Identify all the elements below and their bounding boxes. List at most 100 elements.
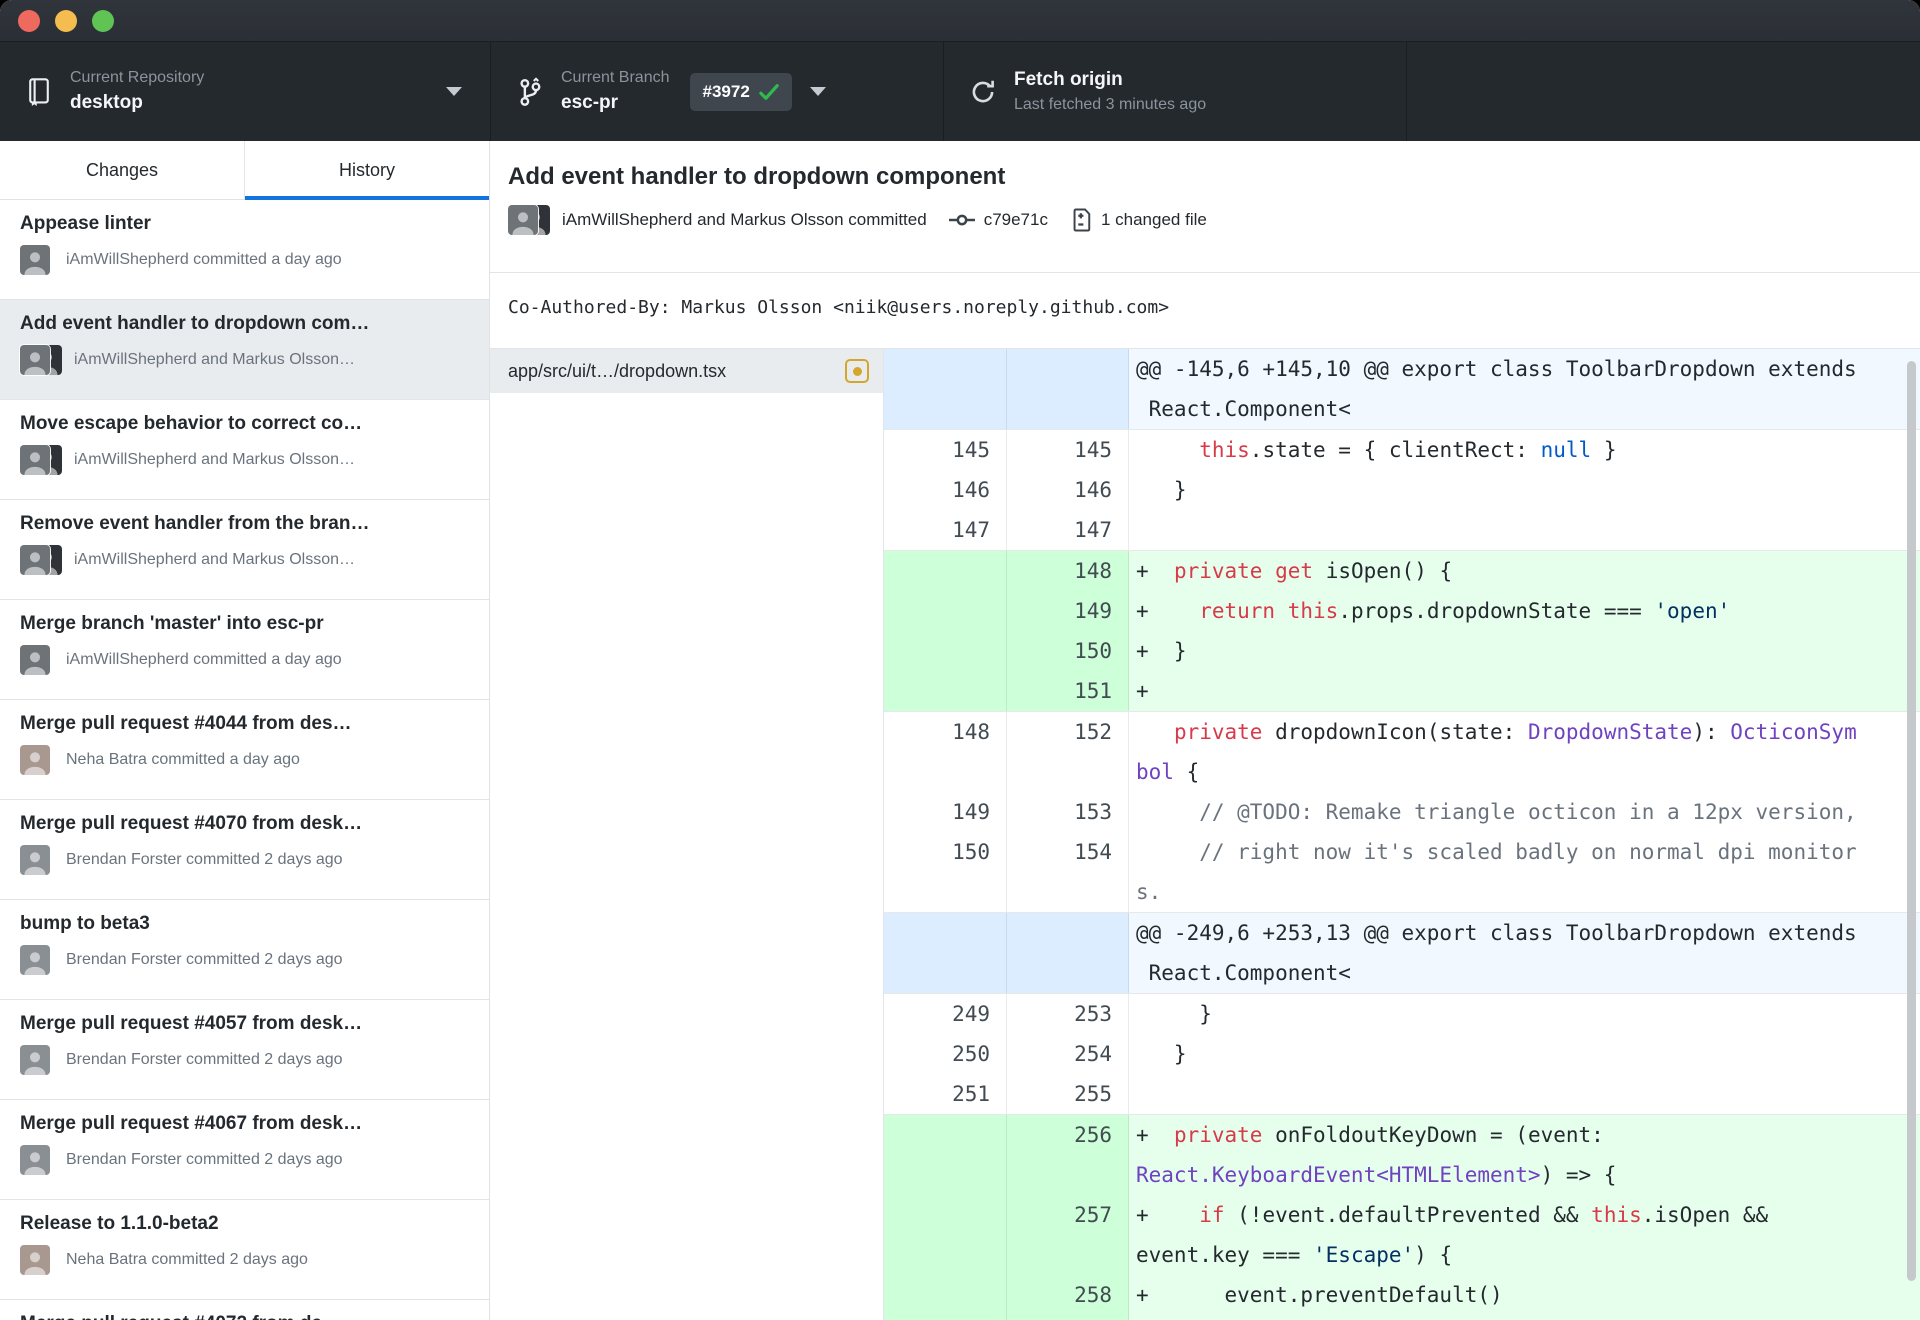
avatar-stack [20,544,62,576]
diff-code: } [1136,478,1187,502]
diff-old-line-number: 251 [884,1074,1007,1114]
sidebar: Changes History Appease linter iAmWillShe… [0,141,490,1320]
chevron-down-icon [446,87,462,96]
tab-changes[interactable]: Changes [0,141,245,199]
changed-file-row[interactable]: app/src/ui/t…/dropdown.tsx [490,349,883,393]
diff-new-line-number: 259 [1007,1315,1129,1320]
avatar [20,245,50,275]
diff-new-line-number: 255 [1007,1074,1129,1114]
check-icon [759,83,779,100]
commit-item-byline-text: iAmWillShepherd committed a day ago [66,651,342,668]
diff-new-line-number: 151 [1007,671,1129,711]
commit-list-item[interactable]: Add event handler to dropdown com… iAmWil… [0,300,489,400]
commit-item-title: Merge pull request #4067 from desk… [20,1113,363,1134]
commit-list-item[interactable]: Merge pull request #4044 from des… Neha B… [0,700,489,800]
diff-line-context: 249 253 } [884,993,1920,1034]
commit-list-item[interactable]: Merge branch 'master' into esc-pr iAmWill… [0,600,489,700]
diff-old-line-number: 250 [884,1034,1007,1074]
avatar-stack [20,744,54,776]
commit-item-byline: Brendan Forster committed 2 days ago [20,1144,469,1176]
scrollbar[interactable] [1907,361,1916,1281]
diff-new-line-number [1007,913,1129,993]
avatar [20,1245,50,1275]
avatar-stack [20,944,54,976]
toolbar: Current Repository desktop Current Branc… [0,42,1920,141]
diff-old-line-number: 145 [884,430,1007,470]
diff-new-line-number: 148 [1007,551,1129,591]
commit-detail-panel: Add event handler to dropdown component … [490,141,1920,1320]
avatar-stack [508,204,550,236]
current-repository-button[interactable]: Current Repository desktop [0,42,491,141]
current-branch-label: Current Branch [561,69,670,86]
diff-old-line-number [884,1195,1007,1275]
diff-new-line-number: 257 [1007,1195,1129,1275]
avatar-stack [20,1144,54,1176]
commit-item-byline: iAmWillShepherd committed a day ago [20,244,469,276]
diff-line-added: 256 + private onFoldoutKeyDown = (event: R… [884,1114,1920,1195]
commit-sha[interactable]: c79e71c [984,210,1048,230]
diff-code [1129,510,1920,550]
minimize-button[interactable] [55,9,77,32]
diff-line-context: 149 153 // @TODO: Remake triangle octicon… [884,792,1920,832]
avatar [20,845,50,875]
diff-hunk-header: @@ -249,6 +253,13 @@ export class Toolba… [884,912,1920,993]
diff-new-line-number: 149 [1007,591,1129,631]
diff-new-line-number: 258 [1007,1275,1129,1315]
diff-old-line-number [884,591,1007,631]
pull-request-badge[interactable]: #3972 [689,72,792,111]
commit-list-item[interactable]: Merge pull request #4070 from desk… Brend… [0,800,489,900]
fetch-origin-button[interactable]: Fetch origin Last fetched 3 minutes ago [944,42,1407,141]
commit-item-title: Add event handler to dropdown com… [20,313,370,334]
commit-item-title: Merge pull request #4072 from de… [20,1313,469,1320]
current-repository-label: Current Repository [70,69,205,86]
diff-old-line-number [884,1315,1007,1320]
window-titlebar[interactable] [0,0,1920,42]
diff-line-added: 149 + return this.props.dropdownState ===… [884,591,1920,631]
commit-item-byline-text: iAmWillShepherd and Markus Olsson… [74,551,355,568]
sync-icon [968,78,998,106]
fetch-origin-title: Fetch origin [1014,69,1123,90]
diff-old-line-number: 146 [884,470,1007,510]
avatar-stack [20,1044,54,1076]
commit-item-byline-text: Brendan Forster committed 2 days ago [66,1151,343,1168]
avatar [20,1045,50,1075]
diff-line-added: 151 + [884,671,1920,711]
modified-status-icon [845,359,869,383]
diff-code: + private get isOpen() { [1129,551,1920,591]
diff-old-line-number: 149 [884,792,1007,832]
diff-code: } [1136,1002,1212,1026]
commit-list-item[interactable]: bump to beta3 Brendan Forster committed 2… [0,900,489,1000]
commit-item-title: Remove event handler from the bran… [20,513,370,534]
commit-history-list: Appease linter iAmWillShepherd committed … [0,200,489,1320]
diff-line-added: 259+ this.props.onDropdownStateChanged('… [884,1315,1920,1320]
commit-list-item[interactable]: Merge pull request #4057 from desk… Brend… [0,1000,489,1100]
commit-item-byline-text: Neha Batra committed 2 days ago [66,1251,308,1268]
commit-list-item[interactable]: Appease linter iAmWillShepherd committed … [0,200,489,300]
commit-list-item[interactable]: Merge pull request #4067 from desk… Brend… [0,1100,489,1200]
maximize-button[interactable] [92,9,114,32]
avatar [20,1145,50,1175]
diff-line-added: 150 + } [884,631,1920,671]
changed-files-count: 1 changed file [1100,210,1207,229]
commit-item-byline: Neha Batra committed 2 days ago [20,1244,469,1276]
close-button[interactable] [18,9,40,32]
avatar [508,205,538,235]
commit-list-item[interactable]: Move escape behavior to correct co… iAmWi… [0,400,489,500]
app-window: Current Repository desktop Current Branc… [0,0,1920,1320]
commit-item-title: bump to beta3 [20,913,150,934]
avatar-stack [20,1244,54,1276]
diff-new-line-number: 150 [1007,631,1129,671]
diff-pane: @@ -145,6 +145,10 @@ export class Toolba… [884,349,1920,1320]
toolbar-filler [1407,42,1920,141]
commit-item-byline: iAmWillShepherd and Markus Olsson… [20,344,469,376]
commit-list-item[interactable]: Merge pull request #4072 from de… [0,1300,489,1320]
tab-history[interactable]: History [245,141,489,200]
commit-list-item[interactable]: Remove event handler from the bran… iAmWi… [0,500,489,600]
commit-item-byline: Neha Batra committed a day ago [20,744,469,776]
diff-code: + [1129,671,1920,711]
commit-list-item[interactable]: Release to 1.1.0-beta2 Neha Batra committ… [0,1200,489,1300]
diff-line-context: 146 146 } [884,470,1920,510]
changed-files-list: app/src/ui/t…/dropdown.tsx [490,349,884,1320]
current-branch-button[interactable]: Current Branch esc-pr #3972 [491,42,944,141]
commit-item-byline-text: Brendan Forster committed 2 days ago [66,951,343,968]
